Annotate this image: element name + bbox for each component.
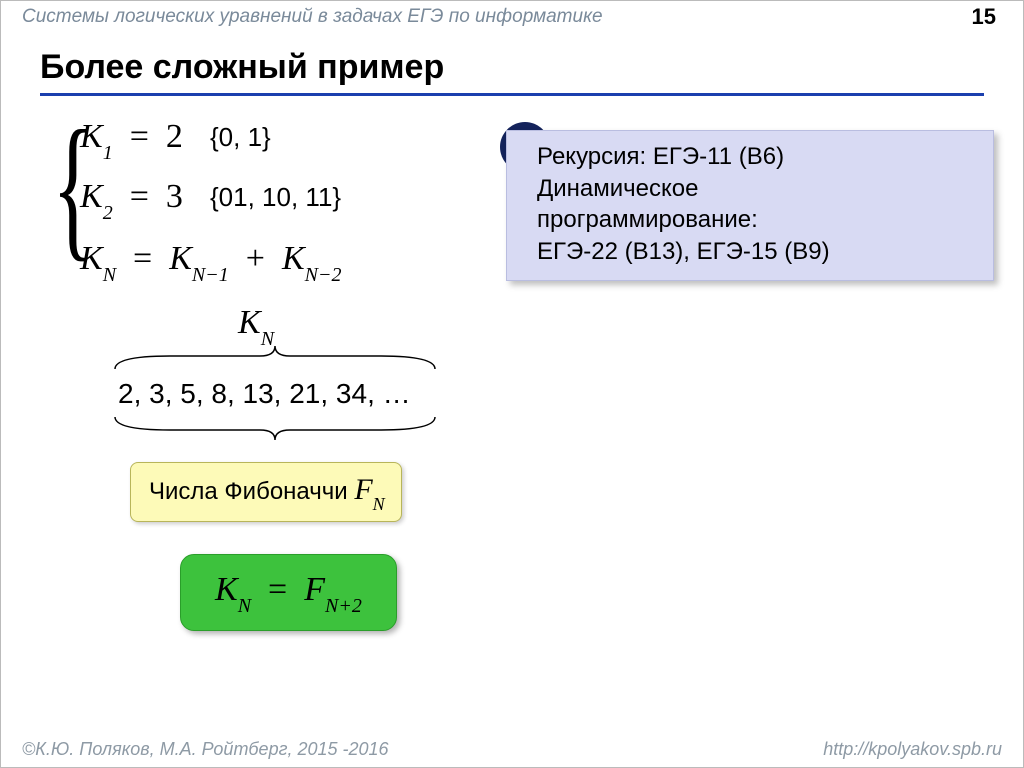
equation-recurrence: KN = KN−1 + KN−2 bbox=[80, 240, 341, 283]
page-number: 15 bbox=[972, 4, 996, 30]
note-line-3: программирование: bbox=[537, 204, 975, 236]
footer-right: http://kpolyakov.spb.ru bbox=[823, 739, 1002, 760]
header-subject: Системы логических уравнений в задачах Е… bbox=[22, 6, 603, 27]
note-line-1: Рекурсия: ЕГЭ-11 (B6) bbox=[537, 141, 975, 173]
kn-label: KN bbox=[238, 304, 274, 347]
slide-footer: ©К.Ю. Поляков, М.А. Ройтберг, 2015 -2016… bbox=[22, 739, 1002, 760]
set-k1: {0, 1} bbox=[210, 122, 271, 153]
under-brace-icon bbox=[110, 412, 440, 442]
slide-header: Системы логических уравнений в задачах Е… bbox=[22, 6, 1002, 28]
note-line-2: Динамическое bbox=[537, 173, 975, 205]
set-k2: {01, 10, 11} bbox=[210, 182, 341, 213]
over-brace-icon bbox=[110, 344, 440, 374]
footer-left: ©К.Ю. Поляков, М.А. Ройтберг, 2015 -2016 bbox=[22, 739, 389, 759]
fibonacci-label-box: Числа Фибоначчи FN bbox=[130, 462, 402, 522]
slide-title: Более сложный пример bbox=[40, 48, 984, 96]
result-formula-box: KN = FN+2 bbox=[180, 554, 397, 631]
equation-k2: K2 = 3 bbox=[80, 178, 183, 221]
fibonacci-sequence: 2, 3, 5, 8, 13, 21, 34, … bbox=[118, 378, 411, 410]
note-line-4: ЕГЭ-22 (B13), ЕГЭ-15 (B9) bbox=[537, 236, 975, 268]
note-box: Рекурсия: ЕГЭ-11 (B6) Динамическое прогр… bbox=[506, 130, 994, 281]
fib-label: Числа Фибоначчи bbox=[149, 478, 354, 505]
equation-k1: K1 = 2 bbox=[80, 118, 183, 161]
